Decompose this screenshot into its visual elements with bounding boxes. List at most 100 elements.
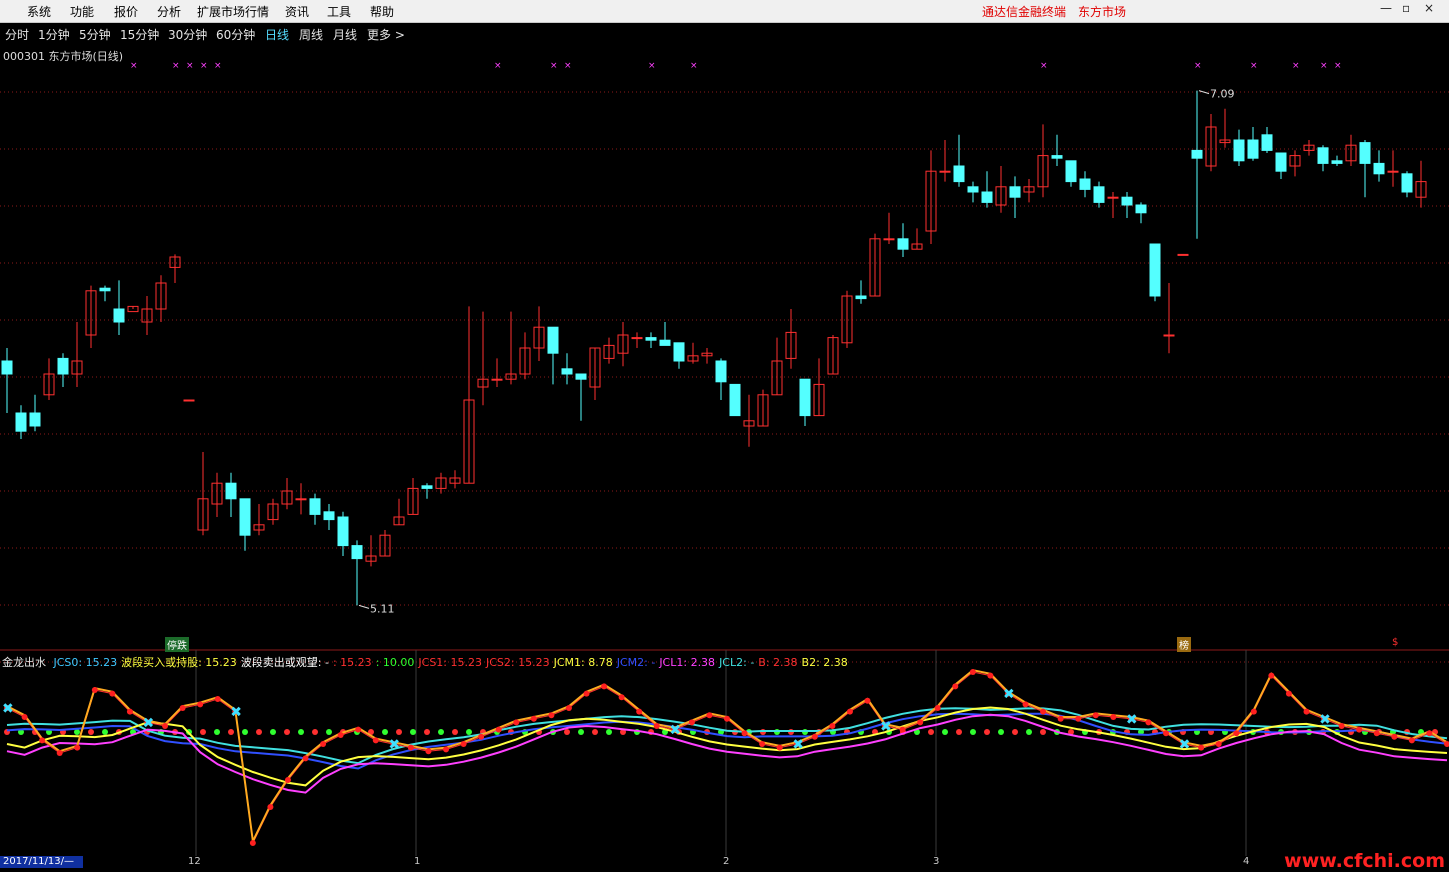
jcs-point [987,672,994,679]
candle-body-down [1233,139,1245,162]
cross-marker: ✖ [880,719,892,735]
jcs-point [688,719,695,726]
jcs-point [759,741,766,747]
candle-body-down [645,337,657,341]
indicator-value-3: : 15.23 [332,656,372,669]
candle-body-up [1387,170,1399,173]
candle-body-up [295,498,307,501]
period-60min[interactable]: 60分钟 [216,26,255,43]
candle-body-up [939,170,951,173]
jcs-point [1075,715,1082,722]
signal-dot [424,729,430,735]
minimize-icon[interactable]: — [1380,1,1392,15]
candle-body-down [799,378,811,417]
jcs-point [776,744,783,751]
candlestick-series [1,90,1427,606]
candle-body-down [421,485,433,489]
period-5min[interactable]: 5分钟 [79,26,111,43]
jcs-point [1215,741,1222,747]
menu-item-extended-market[interactable]: 扩展市场行情 [197,3,269,20]
candle-body-down [1359,142,1371,164]
period-weekly[interactable]: 周线 [299,26,323,43]
candle-body-up [1177,253,1189,256]
jcs-point [741,730,748,737]
cross-marker: ✖ [1319,712,1331,728]
jcl1-line [6,713,1448,794]
candle-body-up [631,337,643,340]
menu-item-tools[interactable]: 工具 [327,3,351,20]
signal-x-marker: × [564,61,572,71]
signal-dot [998,729,1004,735]
candle-body-up [1107,196,1119,199]
jcs-point [1285,690,1292,697]
signal-dot [284,729,290,735]
candle-body-down [953,165,965,183]
menu-item-function[interactable]: 功能 [70,3,94,20]
period-monthly[interactable]: 月线 [333,26,357,43]
candle-body-down [1093,186,1105,203]
candle-body-down [1079,178,1091,190]
period-daily[interactable]: 日线 [265,26,289,43]
jcs-point [407,744,414,751]
candle-body-down [323,511,335,521]
cross-marker: ✖ [669,723,681,739]
jcs-point [1338,723,1345,729]
jcs-point [320,741,327,747]
menu-item-help[interactable]: 帮助 [370,3,394,20]
indicator-value-2: 波段卖出或观望: - [240,656,329,669]
jcs-point [1408,737,1415,744]
jcs-point [1268,672,1275,679]
jcs-point [548,712,555,719]
jcs-point [337,732,344,738]
jcs-point [1426,730,1433,737]
period-15min[interactable]: 15分钟 [120,26,159,43]
signal-dot [928,729,934,735]
signal-x-marker: × [690,61,698,71]
indicator-value-1: 波段买入或持股: 15.23 [121,656,237,669]
cross-marker: ✖ [142,715,154,731]
stock-title: 000301 东方市场(日线) [3,50,124,63]
jcs-point [934,705,941,711]
indicator-value-0: JCS0: 15.23 [53,656,118,669]
brand-title: 通达信金融终端 [982,5,1067,19]
candle-body-down [113,308,125,323]
candle-body-down [967,186,979,193]
dollar-tag: $ [1392,637,1399,648]
menu-item-quote[interactable]: 报价 [114,3,138,20]
period-30min[interactable]: 30分钟 [168,26,207,43]
candle-body-down [239,498,251,536]
period-more[interactable]: 更多 > [367,26,405,43]
candle-body-down [855,295,867,300]
menu-item-analysis[interactable]: 分析 [157,3,181,20]
menu-item-news[interactable]: 资讯 [285,3,309,20]
limit-down-tag: 停跌 [165,637,189,652]
jcs-point [1057,715,1064,722]
jcs-line [6,671,1448,845]
signal-markers: × × × × × × × × × × × × × × × × [130,61,1342,71]
indicator-name[interactable]: 金龙出水 [2,656,46,669]
jcs-point [443,746,450,753]
period-1min[interactable]: 1分钟 [38,26,70,43]
jcs-point [1022,701,1029,708]
jcs-point [162,723,169,729]
signal-dot [564,729,570,735]
indicator-value-12: B2: 2.38 [801,656,848,669]
signal-dot [242,729,248,735]
indicator-values: JCS0: 15.23 波段买入或持股: 15.23 波段卖出或观望: -: 15.… [54,656,852,669]
price-chart[interactable]: ×××××××××××××××× ✖✖✖✖✖✖✖✖✖✖✖✖✖✖ 7.095.11 [0,44,1449,856]
menu-item-system[interactable]: 系统 [27,3,51,20]
close-icon[interactable]: × [1424,1,1434,15]
candle-body-down [561,368,573,375]
jcs-point [478,733,485,740]
candle-body-up [491,378,503,381]
jcs-point [1373,730,1380,737]
chart-annotations: 7.09 5.11 [358,88,1235,615]
signal-dot [578,729,584,735]
candle-body-down [1275,152,1287,172]
period-intraday[interactable]: 分时 [5,26,29,43]
signal-dot [326,729,332,735]
candle-body-down [729,383,741,417]
month-tick: 2 [723,856,730,867]
maximize-icon[interactable]: ▫ [1402,1,1410,15]
candle-body-down [29,412,41,427]
